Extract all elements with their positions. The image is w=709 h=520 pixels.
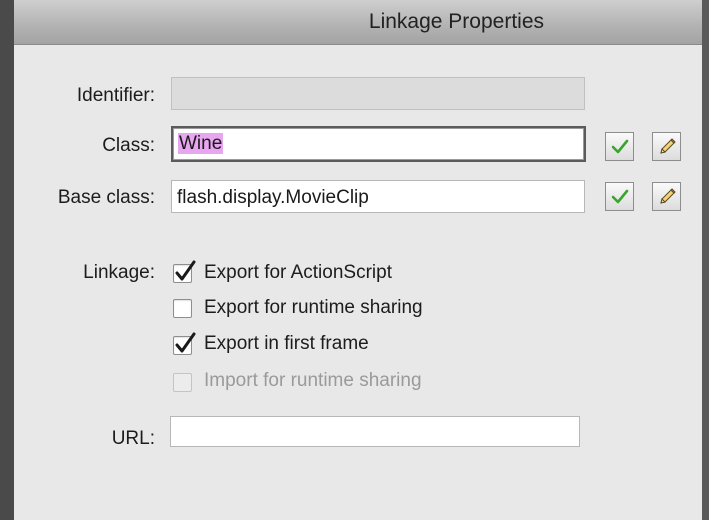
export-for-actionscript-checkbox[interactable] — [173, 260, 196, 283]
linkage-label: Linkage: — [83, 262, 155, 283]
base-class-field[interactable]: flash.display.MovieClip — [171, 180, 585, 213]
check-icon — [611, 189, 628, 203]
class-edit-button[interactable] — [652, 132, 681, 161]
dialog-title: Linkage Properties — [368, 10, 544, 33]
import-for-runtime-sharing-checkbox — [173, 373, 192, 392]
class-label: Class: — [102, 135, 155, 156]
pencil-icon — [659, 137, 676, 154]
base-class-validate-button[interactable] — [605, 182, 634, 211]
base-class-label: Base class: — [57, 187, 155, 208]
title-bar[interactable]: Linkage Properties — [14, 0, 702, 45]
class-field-value: Wine — [178, 133, 224, 154]
pencil-icon — [659, 187, 676, 204]
class-field[interactable]: Wine — [171, 126, 586, 162]
export-for-runtime-sharing-label: Export for runtime sharing — [204, 297, 423, 318]
export-for-actionscript-label: Export for ActionScript — [204, 262, 392, 283]
class-validate-button[interactable] — [605, 132, 634, 161]
export-in-first-frame-label: Export in first frame — [204, 333, 369, 354]
identifier-field[interactable] — [171, 77, 585, 110]
url-field[interactable] — [170, 416, 580, 447]
base-class-edit-button[interactable] — [652, 182, 681, 211]
url-label: URL: — [111, 428, 155, 449]
identifier-label: Identifier: — [76, 85, 155, 106]
dialog-frame: Linkage Properties Identifier: Class: Wi… — [0, 0, 709, 520]
import-for-runtime-sharing-label: Import for runtime sharing — [204, 370, 422, 391]
checkmark-icon — [175, 332, 196, 353]
checkmark-icon — [175, 260, 196, 281]
export-in-first-frame-checkbox[interactable] — [173, 332, 196, 355]
check-icon — [611, 139, 628, 153]
export-for-runtime-sharing-checkbox[interactable] — [173, 299, 192, 318]
